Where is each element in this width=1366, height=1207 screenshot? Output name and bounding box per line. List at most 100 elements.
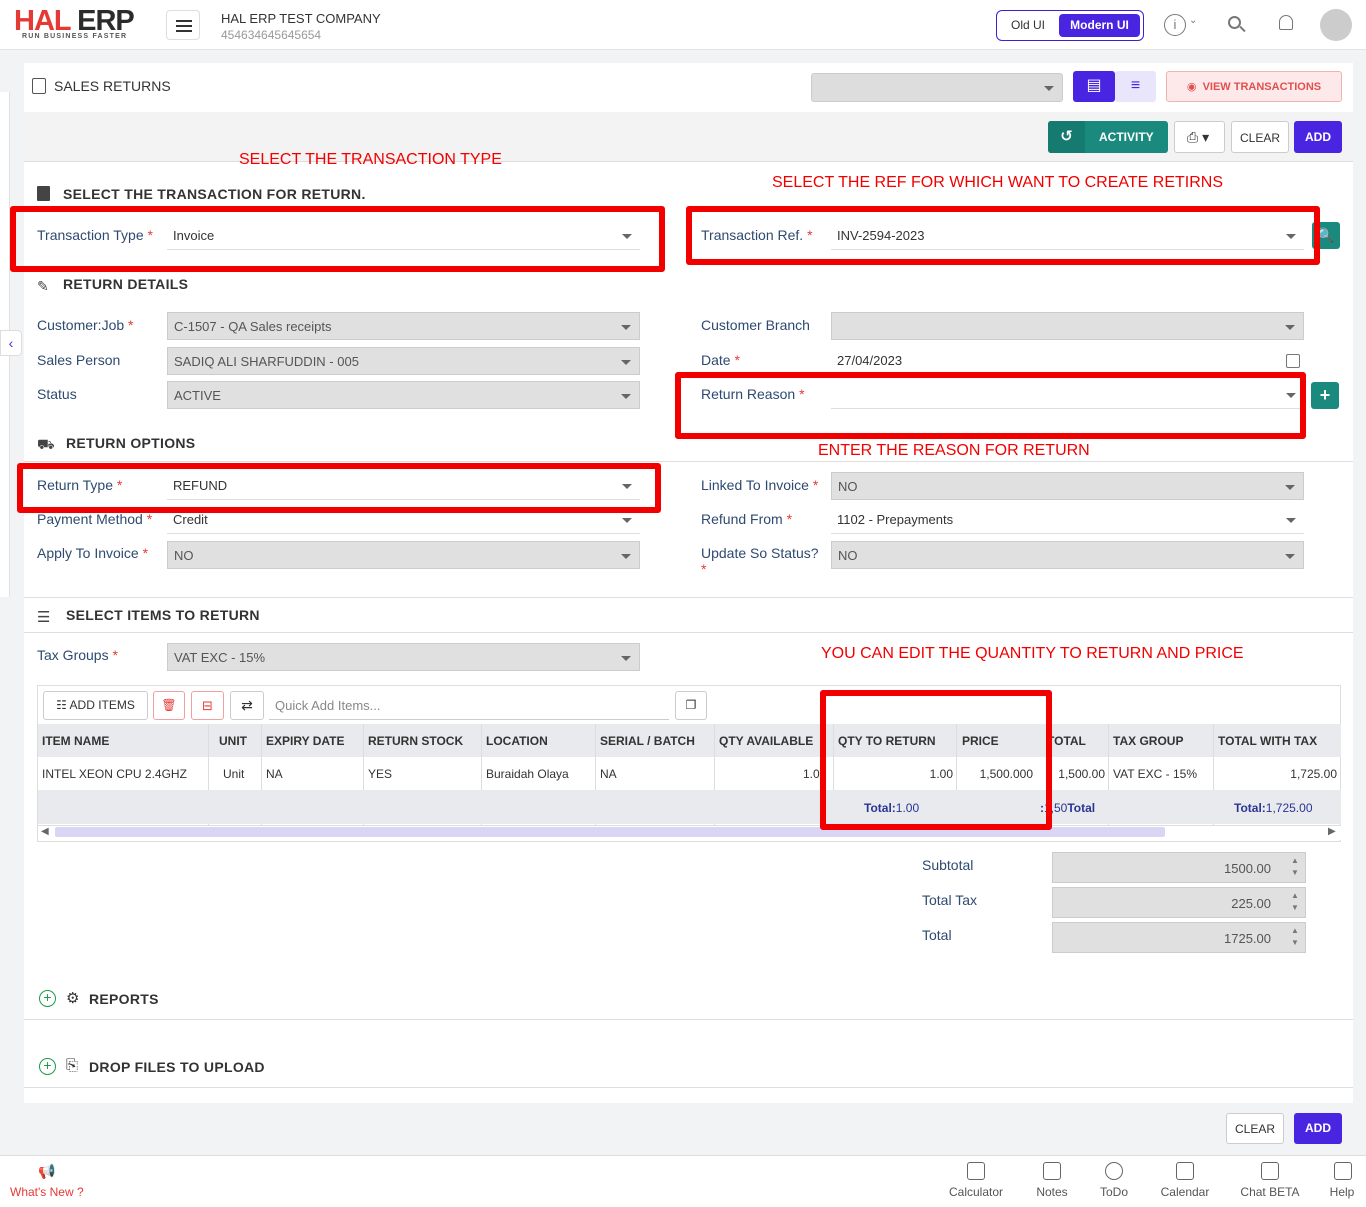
- clear-button-bottom[interactable]: CLEAR: [1226, 1113, 1284, 1144]
- paperclip-icon: ⎘: [66, 1057, 79, 1074]
- expand-files-icon[interactable]: +: [39, 1058, 56, 1075]
- highlight-transaction-ref: [686, 206, 1320, 265]
- footer-calculator[interactable]: Calculator: [940, 1185, 1012, 1199]
- add-items-button[interactable]: ☷ ADD ITEMS: [43, 691, 148, 720]
- footer-notes[interactable]: Notes: [1022, 1185, 1082, 1199]
- highlight-return-type: [17, 463, 661, 513]
- copy-button[interactable]: ❐: [675, 691, 707, 720]
- help-icon: [1334, 1162, 1352, 1180]
- customer-branch-label: Customer Branch: [701, 317, 810, 333]
- sidebar-toggle-button[interactable]: ‹: [0, 330, 22, 356]
- print-button[interactable]: ⎙ ▾: [1174, 121, 1225, 153]
- transaction-search-select[interactable]: [811, 73, 1063, 102]
- company-name: HAL ERP TEST COMPANY: [221, 11, 381, 26]
- logo[interactable]: HAL ERP: [14, 6, 135, 36]
- avatar[interactable]: [1320, 9, 1352, 41]
- footer-calendar[interactable]: Calendar: [1150, 1185, 1220, 1199]
- customer-select[interactable]: C-1507 - QA Sales receipts: [167, 312, 640, 340]
- clear-button[interactable]: CLEAR: [1231, 121, 1289, 153]
- column-header[interactable]: UNIT: [219, 734, 247, 748]
- divider: [24, 1019, 1353, 1020]
- date-label: Date *: [701, 352, 740, 368]
- column-header[interactable]: ITEM NAME: [42, 734, 109, 748]
- cell-total-with-tax: 1,725.00: [1290, 767, 1337, 781]
- column-header[interactable]: TAX GROUP: [1113, 734, 1183, 748]
- refund-from-label: Refund From *: [701, 511, 793, 527]
- section-title-items: SELECT ITEMS TO RETURN: [66, 607, 260, 623]
- list-view-button[interactable]: ≡: [1115, 71, 1156, 102]
- cell-tax-group[interactable]: VAT EXC - 15%: [1113, 767, 1197, 781]
- update-so-status-label: Update So Status?: [701, 545, 819, 561]
- column-header[interactable]: TOTAL: [1047, 734, 1105, 748]
- truck-icon: ⛟: [37, 436, 55, 452]
- cell-item-name[interactable]: INTEL XEON CPU 2.4GHZ: [42, 767, 187, 781]
- bell-icon[interactable]: [1279, 15, 1293, 30]
- reports-section-title[interactable]: REPORTS: [89, 991, 159, 1007]
- total-field: 1725.00: [1052, 922, 1306, 953]
- delete-row-button[interactable]: 🗑: [153, 691, 185, 720]
- stepper-icon: ▲ ▼: [1291, 926, 1299, 947]
- whats-new-link[interactable]: What's New ?: [10, 1185, 84, 1199]
- customer-branch-select[interactable]: [831, 312, 1304, 340]
- refund-from-select[interactable]: 1102 - Prepayments: [831, 506, 1304, 534]
- annotation-reason: ENTER THE REASON FOR RETURN: [818, 442, 1090, 459]
- todo-icon: [1105, 1162, 1123, 1180]
- stepper-icon: ▲ ▼: [1291, 856, 1299, 877]
- expand-reports-icon[interactable]: +: [39, 990, 56, 1007]
- customer-label: Customer:Job *: [37, 317, 134, 333]
- notes-icon: [1043, 1162, 1061, 1180]
- divider: [24, 632, 1353, 633]
- total-label: Total: [922, 927, 952, 943]
- form-view-button[interactable]: ▤: [1073, 71, 1115, 102]
- cell-total: 1,500.00: [1058, 767, 1105, 781]
- view-transactions-button[interactable]: ◉ VIEW TRANSACTIONS: [1166, 71, 1342, 102]
- footer-help[interactable]: Help: [1322, 1185, 1362, 1199]
- sales-person-select[interactable]: SADIQ ALI SHARFUDDIN - 005: [167, 347, 640, 375]
- info-icon[interactable]: i: [1164, 14, 1186, 36]
- scroll-right-icon[interactable]: ▶: [1328, 826, 1336, 837]
- chevron-down-icon[interactable]: ⌄: [1189, 15, 1197, 26]
- pencil-icon: ✎: [37, 278, 49, 294]
- column-header[interactable]: RETURN STOCK: [368, 734, 463, 748]
- cell-serial[interactable]: NA: [600, 767, 617, 781]
- modern-ui-button[interactable]: Modern UI: [1059, 14, 1140, 37]
- delete-all-button[interactable]: ⊟: [191, 691, 224, 720]
- status-select[interactable]: ACTIVE: [167, 381, 640, 409]
- swap-button[interactable]: ⇄: [230, 691, 264, 720]
- add-reason-button[interactable]: +: [1311, 382, 1339, 409]
- date-input[interactable]: 27/04/2023: [831, 347, 1304, 375]
- linked-to-invoice-select[interactable]: NO: [831, 472, 1304, 500]
- cell-unit[interactable]: Unit: [223, 767, 244, 781]
- calendar-icon[interactable]: [1286, 354, 1300, 368]
- section-title-transaction: SELECT THE TRANSACTION FOR RETURN.: [63, 186, 366, 202]
- update-so-status-select[interactable]: NO: [831, 541, 1304, 569]
- column-header[interactable]: TOTAL WITH TAX: [1218, 734, 1317, 748]
- cell-return-stock[interactable]: YES: [368, 767, 392, 781]
- highlight-qty-price: [820, 690, 1052, 830]
- column-header[interactable]: LOCATION: [486, 734, 548, 748]
- cell-location[interactable]: Buraidah Olaya: [486, 767, 569, 781]
- footer-todo[interactable]: ToDo: [1088, 1185, 1140, 1199]
- drop-files-title[interactable]: DROP FILES TO UPLOAD: [89, 1059, 265, 1075]
- column-header[interactable]: QTY AVAILABLE: [719, 734, 813, 748]
- quick-add-input[interactable]: Quick Add Items...: [269, 691, 669, 720]
- activity-button[interactable]: ↺ ACTIVITY: [1048, 121, 1168, 153]
- stepper-icon: ▲ ▼: [1291, 891, 1299, 912]
- delete-list-icon: ⊟: [202, 698, 213, 713]
- old-ui-button[interactable]: Old UI: [1004, 14, 1052, 37]
- hamburger-menu-button[interactable]: [166, 10, 200, 40]
- add-button-bottom[interactable]: ADD: [1294, 1113, 1342, 1144]
- history-icon: ↺: [1048, 121, 1085, 153]
- column-header[interactable]: EXPIRY DATE: [266, 734, 344, 748]
- column-header[interactable]: SERIAL / BATCH: [600, 734, 695, 748]
- swap-icon: ⇄: [241, 697, 253, 713]
- scroll-left-icon[interactable]: ◀: [41, 826, 49, 837]
- apply-to-invoice-select[interactable]: NO: [167, 541, 640, 569]
- highlight-transaction-type: [10, 206, 665, 272]
- cell-expiry[interactable]: NA: [266, 767, 283, 781]
- tax-groups-select[interactable]: VAT EXC - 15%: [167, 643, 640, 671]
- add-button[interactable]: ADD: [1294, 121, 1342, 153]
- company-id: 454634645645654: [221, 28, 322, 42]
- megaphone-icon: 📢: [38, 1163, 56, 1179]
- footer-chat[interactable]: Chat BETA: [1232, 1185, 1308, 1199]
